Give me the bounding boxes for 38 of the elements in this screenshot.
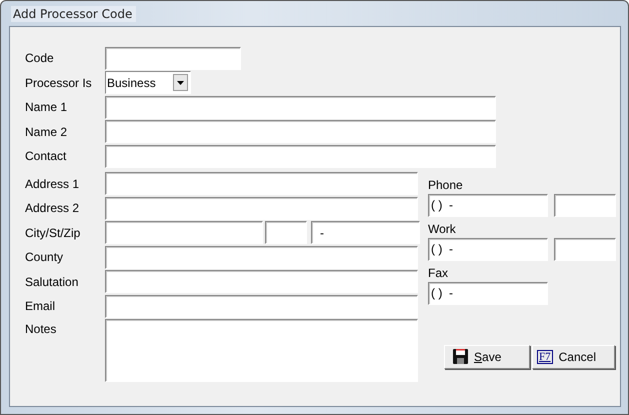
input-field[interactable] (265, 221, 307, 244)
input-field[interactable] (105, 120, 496, 144)
field-label: Processor Is (25, 76, 93, 90)
field-label: Phone (428, 176, 464, 192)
field-label: Address 2 (25, 201, 80, 216)
input-field[interactable] (105, 246, 418, 269)
input-field[interactable]: ( ) - (428, 282, 548, 304)
input-field[interactable]: - (311, 221, 420, 244)
cancel-button[interactable]: F7 Cancel (532, 344, 615, 368)
input-field[interactable] (105, 196, 418, 220)
field-label: Name 1 (25, 100, 68, 114)
dropdown[interactable]: Business (105, 71, 191, 94)
input-field[interactable] (105, 144, 496, 168)
input-field[interactable] (105, 172, 418, 196)
input-field[interactable]: ( ) - (428, 194, 548, 216)
field-label: Name 2 (25, 124, 68, 139)
save-button[interactable]: Save (444, 344, 530, 368)
field-label: Work (428, 220, 457, 236)
field-label: Notes (25, 320, 58, 336)
field-label: Salutation (25, 274, 80, 289)
notes-field[interactable] (105, 318, 418, 382)
input-field[interactable] (105, 270, 418, 294)
field-label: Email (25, 299, 56, 314)
field-label: Contact (25, 149, 68, 164)
input-field[interactable] (105, 96, 496, 119)
input-field[interactable] (554, 238, 616, 260)
field-label: Address 1 (25, 176, 80, 191)
window-title: Add Processor Code (11, 6, 136, 22)
field-label: County (25, 250, 64, 264)
input-field[interactable] (105, 294, 418, 318)
field-label: Fax (428, 264, 450, 280)
input-field[interactable] (554, 194, 616, 216)
dropdown-arrow-icon (177, 80, 184, 85)
input-field[interactable]: ( ) - (428, 238, 548, 260)
input-field[interactable] (105, 46, 241, 70)
input-field[interactable] (105, 221, 263, 244)
field-label: City/St/Zip (25, 226, 82, 240)
field-label: Code (25, 51, 55, 66)
